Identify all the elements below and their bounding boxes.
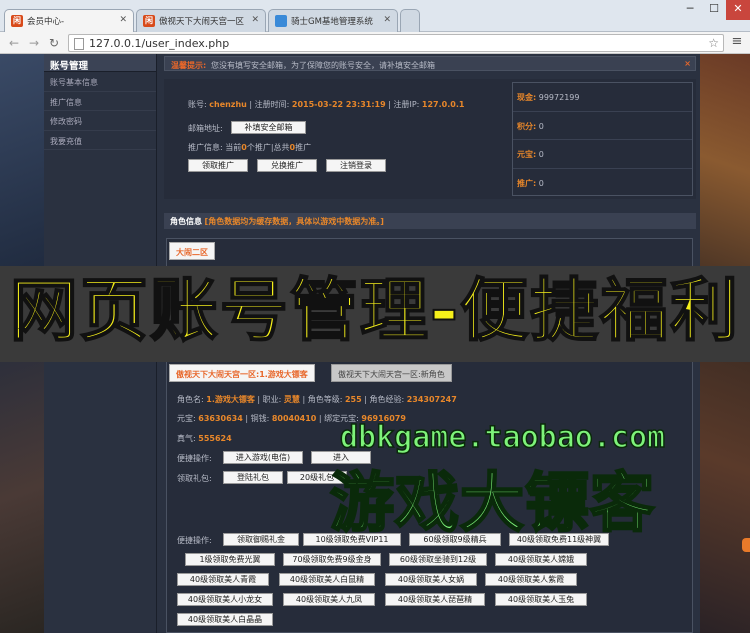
tab-character-1[interactable]: 傲视天下大闹天宫一区:1.游戏大镖客	[169, 364, 315, 382]
balance-panel: 现金: 99972199 积分: 0 元宝: 0 推广: 0	[512, 82, 693, 196]
sidebar-item-basic-info[interactable]: 账号基本信息	[44, 72, 156, 92]
enter-game-telecom-button[interactable]: 进入游戏(电信)	[223, 451, 303, 464]
reward-button-8[interactable]: 40级领取美人青霞	[177, 573, 269, 586]
url-text[interactable]: 127.0.0.1/user_index.php	[89, 37, 229, 50]
stat-cash: 现金: 99972199	[513, 83, 692, 112]
account-line: 账号: chenzhu | 注册时间: 2015-03-22 23:31:19 …	[188, 100, 465, 109]
role-info-header: 角色信息 [角色数据均为缓存数据，具体以游戏中数据为准。]	[164, 213, 696, 229]
reward-button-7[interactable]: 40级领取美人嫦娥	[495, 553, 587, 566]
character-name: 1.游戏大镖客	[206, 395, 255, 404]
browser-tab-1[interactable]: 闲 傲视天下大闹天宫一区 ✕	[136, 9, 266, 32]
tab-favicon-icon: 闲	[143, 15, 155, 27]
notice-label: 温馨提示:	[171, 61, 207, 70]
reward-button-0[interactable]: 领取御赐礼金	[223, 533, 299, 546]
account-label: 账号:	[188, 100, 207, 109]
sidebar-title: 账号管理	[44, 54, 156, 72]
watermark-name: 游戏大镖客	[329, 466, 656, 543]
browser-toolbar: ← → ↻ 127.0.0.1/user_index.php ☆ ≡	[0, 32, 750, 54]
role-info-label: 角色信息	[170, 217, 202, 226]
close-tab-icon[interactable]: ✕	[251, 15, 259, 25]
reward-button-16[interactable]: 40级领取美人白晶晶	[177, 613, 273, 626]
role-info-note: [角色数据均为缓存数据，具体以游戏中数据为准。]	[204, 217, 384, 226]
reward-button-12[interactable]: 40级领取美人小龙女	[177, 593, 273, 606]
sidebar-item-change-password[interactable]: 修改密码	[44, 111, 156, 131]
reward-button-15[interactable]: 40级领取美人玉兔	[495, 593, 587, 606]
exchange-promo-button[interactable]: 兑换推广	[257, 159, 317, 172]
browser-tab-2[interactable]: 骑士GM基地管理系统 ✕	[268, 9, 398, 32]
tab-character-new[interactable]: 傲视天下大闹天宫一区:新角色	[331, 364, 452, 382]
tab-title: 会员中心-	[27, 17, 65, 27]
email-label: 邮箱地址:	[188, 124, 223, 133]
new-tab-button[interactable]	[400, 9, 420, 32]
promo-line: 推广信息: 当前0个推广|总共0推广	[188, 143, 312, 152]
quick-ops-label: 便捷操作:	[177, 454, 212, 463]
reward-button-14[interactable]: 40级领取美人琵琶精	[385, 593, 485, 606]
account-value: chenzhu	[209, 100, 247, 109]
reward-button-5[interactable]: 70级领取免费9级金身	[283, 553, 381, 566]
stat-yuanbao: 元宝: 0	[513, 140, 692, 169]
reg-ip-label: 注册IP:	[393, 100, 420, 109]
tab-server-2[interactable]: 大闹二区	[169, 242, 215, 260]
tab-title: 骑士GM基地管理系统	[291, 17, 373, 27]
character-line-3: 真气: 555624	[177, 434, 232, 443]
banner-text: 网页账号管理-便捷福利	[9, 271, 741, 352]
maximize-icon[interactable]: ☐	[702, 0, 726, 20]
tab-favicon-icon: 闲	[11, 15, 23, 27]
login-gift-button[interactable]: 登陆礼包	[223, 471, 283, 484]
stat-promotion: 推广: 0	[517, 178, 544, 188]
claim-promo-button[interactable]: 领取推广	[188, 159, 248, 172]
minimize-icon[interactable]: ─	[678, 0, 702, 20]
email-line: 邮箱地址:	[188, 123, 223, 134]
notice-text: 您没有填写安全邮箱，为了保障您的账号安全，请补填安全邮箱	[211, 61, 435, 70]
reward-button-9[interactable]: 40级领取美人白鼠精	[279, 573, 375, 586]
character-qi: 555624	[198, 434, 232, 443]
reward-button-4[interactable]: 1级领取免费光翼	[185, 553, 275, 566]
add-email-button[interactable]: 补填安全邮箱	[231, 121, 306, 134]
reload-icon[interactable]: ↻	[46, 35, 62, 51]
reward-button-13[interactable]: 40级领取美人九凤	[283, 593, 375, 606]
gift-label: 领取礼包:	[177, 474, 212, 483]
reward-button-11[interactable]: 40级领取美人紫霞	[485, 573, 577, 586]
close-tab-icon[interactable]: ✕	[119, 15, 127, 25]
sidebar-item-promotion[interactable]: 推广信息	[44, 92, 156, 111]
tab-favicon-icon	[275, 15, 287, 27]
logout-button[interactable]: 注销登录	[326, 159, 386, 172]
account-info-panel: 账号: chenzhu | 注册时间: 2015-03-22 23:31:19 …	[164, 79, 696, 199]
character-yuanbao: 63630634	[198, 414, 243, 423]
address-bar[interactable]: 127.0.0.1/user_index.php ☆	[68, 34, 724, 52]
notice-bar: 温馨提示: 您没有填写安全邮箱，为了保障您的账号安全，请补填安全邮箱 ×	[164, 56, 696, 71]
window-close-icon[interactable]: ✕	[726, 0, 750, 20]
reward-button-10[interactable]: 40级领取美人女娲	[385, 573, 477, 586]
promo-banner: 网页账号管理-便捷福利	[0, 266, 750, 362]
reg-time-label: 注册时间:	[254, 100, 290, 109]
browser-tab-0[interactable]: 闲 会员中心- ✕	[4, 9, 134, 33]
reward-button-6[interactable]: 60级领取坐骑到12级	[389, 553, 487, 566]
character-copper: 80040410	[271, 414, 317, 423]
browser-title-bar: 闲 会员中心- ✕ 闲 傲视天下大闹天宫一区 ✕ 骑士GM基地管理系统 ✕ ─ …	[0, 0, 750, 33]
character-job: 灵慧	[283, 395, 300, 404]
menu-icon[interactable]: ≡	[729, 34, 745, 50]
quick-ops2-label: 便捷操作:	[177, 536, 212, 545]
watermark-url: dbkgame.taobao.com	[339, 419, 666, 456]
character-exp: 234307247	[406, 395, 457, 404]
sidebar-item-recharge[interactable]: 我要充值	[44, 131, 156, 150]
reg-time-value: 2015-03-22 23:31:19	[291, 100, 386, 109]
close-tab-icon[interactable]: ✕	[383, 15, 391, 25]
notice-close-icon[interactable]: ×	[684, 59, 691, 68]
forward-arrow-icon[interactable]: →	[26, 35, 42, 51]
side-float-tab[interactable]	[742, 538, 750, 552]
page-icon	[74, 38, 84, 50]
stat-points: 积分: 0	[513, 112, 692, 140]
character-line-1: 角色名: 1.游戏大镖客 | 职业: 灵慧 | 角色等级: 255 | 角色经验…	[177, 395, 457, 404]
back-arrow-icon[interactable]: ←	[6, 35, 22, 51]
character-level: 255	[344, 395, 362, 404]
tab-title: 傲视天下大闹天宫一区	[159, 17, 245, 27]
star-icon[interactable]: ☆	[708, 36, 719, 50]
reg-ip-value: 127.0.0.1	[421, 100, 465, 109]
